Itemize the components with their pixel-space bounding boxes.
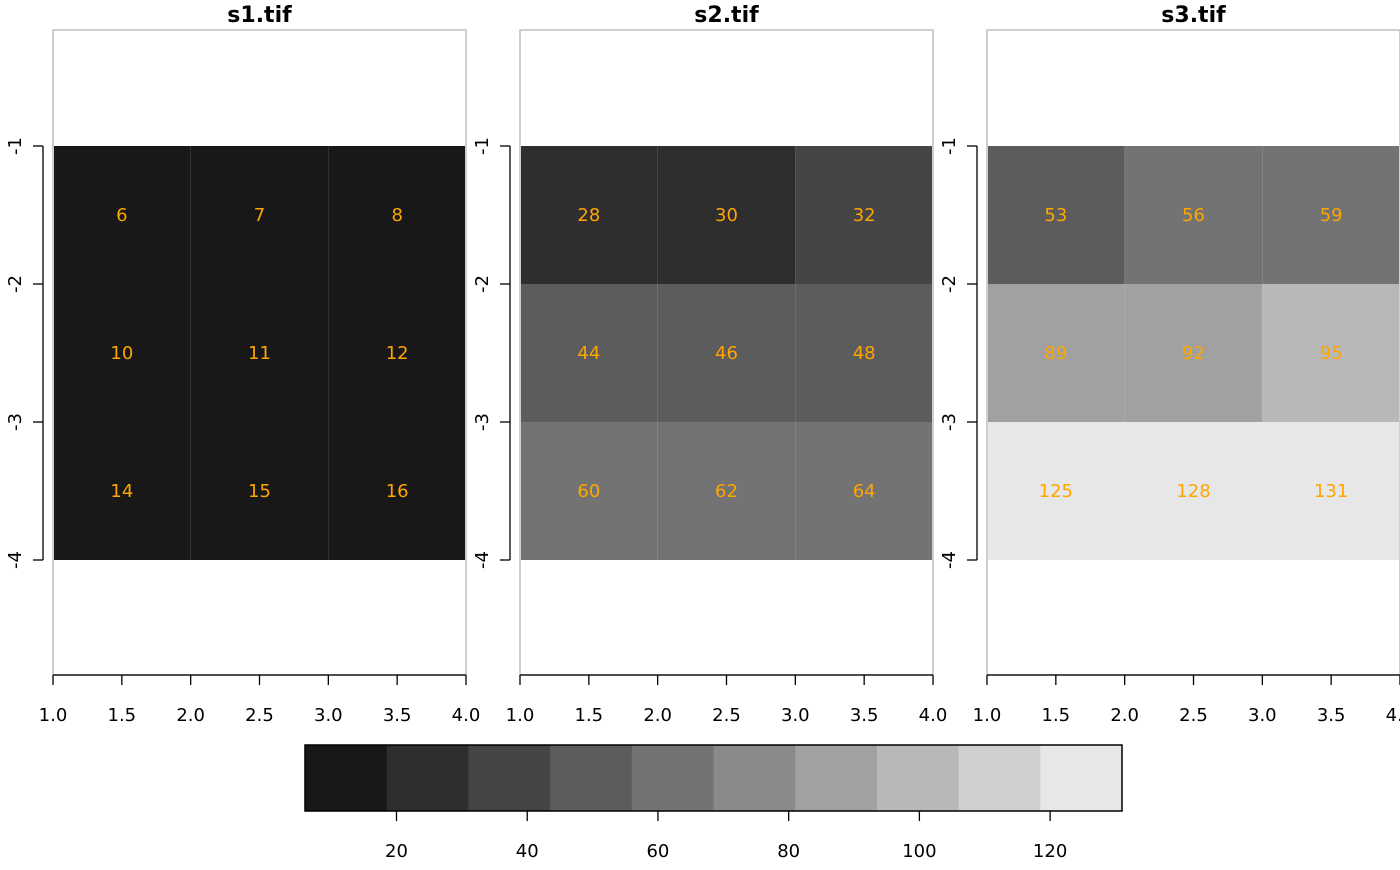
legend-swatch: [876, 745, 960, 811]
x-tick-label: 1.5: [575, 705, 604, 726]
cell-value-label: 14: [110, 481, 133, 502]
y-tick-label: -4: [472, 551, 493, 569]
cell-value-label: 125: [1039, 481, 1073, 502]
cell-value-label: 46: [715, 343, 738, 364]
legend-tick-label: 120: [1033, 841, 1067, 862]
raster-panels-chart: 6 7 8 10 11 12 14 15 16 s1.tif 1.0 1.5 2.0 2.5 3.0 3.5 4…: [0, 0, 1400, 865]
cell-value-label: 59: [1320, 205, 1343, 226]
x-tick-label: 2.0: [643, 705, 672, 726]
x-tick-label: 1.0: [973, 705, 1002, 726]
panel-title: s2.tif: [694, 3, 759, 28]
chart-canvas: 6 7 8 10 11 12 14 15 16 s1.tif 1.0 1.5 2.0 2.5 3.0 3.5 4…: [5, 3, 1400, 862]
cell-value-label: 32: [853, 205, 876, 226]
y-tick-label: -2: [939, 275, 960, 293]
cell-value-label: 11: [248, 343, 271, 364]
legend-tick-label: 80: [777, 841, 800, 862]
cell-value-label: 64: [853, 481, 876, 502]
cell-value-label: 128: [1176, 481, 1210, 502]
cell-value-label: 53: [1044, 205, 1067, 226]
legend-swatch: [550, 745, 633, 811]
legend-swatch: [958, 745, 1041, 811]
x-tick-label: 3.0: [781, 705, 810, 726]
y-tick-label: -1: [939, 137, 960, 155]
legend-swatch: [795, 745, 878, 811]
x-tick-label: 1.0: [506, 705, 535, 726]
x-tick-label: 2.5: [712, 705, 741, 726]
panel-title: s1.tif: [227, 3, 292, 28]
x-tick-label: 3.5: [850, 705, 879, 726]
y-tick-label: -3: [5, 413, 26, 431]
cell-value-label: 60: [577, 481, 600, 502]
legend-swatch: [631, 745, 714, 811]
cell-value-label: 8: [391, 205, 402, 226]
x-tick-label: 4.0: [452, 705, 481, 726]
y-tick-label: -4: [5, 551, 26, 569]
cell-value-label: 131: [1314, 481, 1348, 502]
x-tick-label: 2.5: [1179, 705, 1208, 726]
x-tick-label: 4.0: [1386, 705, 1400, 726]
x-tick-label: 2.5: [245, 705, 274, 726]
cell-value-label: 6: [116, 205, 127, 226]
x-tick-label: 3.5: [383, 705, 412, 726]
cell-value-label: 95: [1320, 343, 1343, 364]
cell-value-label: 44: [577, 343, 600, 364]
cell-value-label: 10: [110, 343, 133, 364]
x-tick-label: 3.0: [1248, 705, 1277, 726]
legend-tick-label: 60: [646, 841, 669, 862]
x-tick-label: 2.0: [1110, 705, 1139, 726]
legend-swatch: [468, 745, 551, 811]
legend-swatch: [1040, 745, 1123, 811]
y-tick-label: -1: [5, 137, 26, 155]
cell-value-label: 89: [1044, 343, 1067, 364]
cell-value-label: 28: [577, 205, 600, 226]
x-tick-label: 1.5: [1042, 705, 1071, 726]
legend-tick-label: 100: [902, 841, 936, 862]
cell-value-label: 16: [386, 481, 409, 502]
cell-value-label: 62: [715, 481, 738, 502]
legend-swatch: [386, 745, 469, 811]
y-tick-label: -3: [939, 413, 960, 431]
cell-value-label: 56: [1182, 205, 1205, 226]
y-tick-label: -2: [472, 275, 493, 293]
legend-tick-label: 40: [516, 841, 539, 862]
x-tick-label: 1.0: [39, 705, 68, 726]
cell-value-label: 7: [254, 205, 265, 226]
cell-value-label: 92: [1182, 343, 1205, 364]
legend-tick-label: 20: [385, 841, 408, 862]
y-tick-label: -1: [472, 137, 493, 155]
x-tick-label: 2.0: [176, 705, 205, 726]
cell-value-label: 15: [248, 481, 271, 502]
cell-value-label: 30: [715, 205, 738, 226]
legend-swatch: [713, 745, 796, 811]
x-tick-label: 4.0: [919, 705, 948, 726]
legend-swatch: [305, 745, 388, 811]
x-tick-label: 3.0: [314, 705, 343, 726]
y-tick-label: -3: [472, 413, 493, 431]
y-tick-label: -4: [939, 551, 960, 569]
cell-value-label: 48: [853, 343, 876, 364]
y-tick-label: -2: [5, 275, 26, 293]
cell-value-label: 12: [386, 343, 409, 364]
x-tick-label: 3.5: [1317, 705, 1346, 726]
panel-title: s3.tif: [1161, 3, 1226, 28]
x-tick-label: 1.5: [108, 705, 137, 726]
